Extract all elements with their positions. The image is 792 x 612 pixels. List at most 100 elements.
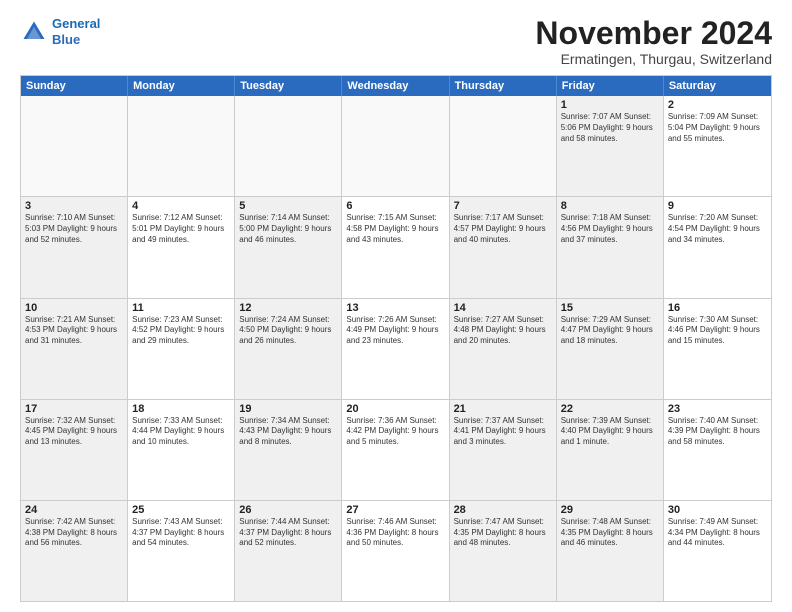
calendar-cell: 12Sunrise: 7:24 AM Sunset: 4:50 PM Dayli… (235, 299, 342, 399)
cell-text: Sunrise: 7:36 AM Sunset: 4:42 PM Dayligh… (346, 416, 444, 448)
cell-text: Sunrise: 7:18 AM Sunset: 4:56 PM Dayligh… (561, 213, 659, 245)
calendar-cell: 15Sunrise: 7:29 AM Sunset: 4:47 PM Dayli… (557, 299, 664, 399)
calendar-cell: 23Sunrise: 7:40 AM Sunset: 4:39 PM Dayli… (664, 400, 771, 500)
cell-text: Sunrise: 7:32 AM Sunset: 4:45 PM Dayligh… (25, 416, 123, 448)
calendar-cell: 9Sunrise: 7:20 AM Sunset: 4:54 PM Daylig… (664, 197, 771, 297)
calendar-cell (342, 96, 449, 196)
calendar-row-1: 1Sunrise: 7:07 AM Sunset: 5:06 PM Daylig… (21, 96, 771, 196)
day-number: 11 (132, 302, 230, 314)
calendar-cell: 28Sunrise: 7:47 AM Sunset: 4:35 PM Dayli… (450, 501, 557, 601)
cell-text: Sunrise: 7:30 AM Sunset: 4:46 PM Dayligh… (668, 315, 767, 347)
day-number: 23 (668, 403, 767, 415)
cell-text: Sunrise: 7:10 AM Sunset: 5:03 PM Dayligh… (25, 213, 123, 245)
calendar-cell: 17Sunrise: 7:32 AM Sunset: 4:45 PM Dayli… (21, 400, 128, 500)
day-number: 21 (454, 403, 552, 415)
calendar-cell: 11Sunrise: 7:23 AM Sunset: 4:52 PM Dayli… (128, 299, 235, 399)
calendar-cell: 24Sunrise: 7:42 AM Sunset: 4:38 PM Dayli… (21, 501, 128, 601)
day-number: 10 (25, 302, 123, 314)
calendar-cell: 8Sunrise: 7:18 AM Sunset: 4:56 PM Daylig… (557, 197, 664, 297)
logo-line1: General (52, 16, 100, 31)
calendar-cell: 29Sunrise: 7:48 AM Sunset: 4:35 PM Dayli… (557, 501, 664, 601)
cell-text: Sunrise: 7:27 AM Sunset: 4:48 PM Dayligh… (454, 315, 552, 347)
header-day-saturday: Saturday (664, 76, 771, 96)
header-day-monday: Monday (128, 76, 235, 96)
day-number: 24 (25, 504, 123, 516)
cell-text: Sunrise: 7:17 AM Sunset: 4:57 PM Dayligh… (454, 213, 552, 245)
subtitle: Ermatingen, Thurgau, Switzerland (535, 51, 772, 67)
cell-text: Sunrise: 7:34 AM Sunset: 4:43 PM Dayligh… (239, 416, 337, 448)
day-number: 8 (561, 200, 659, 212)
calendar-cell: 3Sunrise: 7:10 AM Sunset: 5:03 PM Daylig… (21, 197, 128, 297)
day-number: 4 (132, 200, 230, 212)
calendar-cell: 2Sunrise: 7:09 AM Sunset: 5:04 PM Daylig… (664, 96, 771, 196)
cell-text: Sunrise: 7:23 AM Sunset: 4:52 PM Dayligh… (132, 315, 230, 347)
cell-text: Sunrise: 7:24 AM Sunset: 4:50 PM Dayligh… (239, 315, 337, 347)
cell-text: Sunrise: 7:47 AM Sunset: 4:35 PM Dayligh… (454, 517, 552, 549)
cell-text: Sunrise: 7:44 AM Sunset: 4:37 PM Dayligh… (239, 517, 337, 549)
calendar-cell: 19Sunrise: 7:34 AM Sunset: 4:43 PM Dayli… (235, 400, 342, 500)
day-number: 16 (668, 302, 767, 314)
day-number: 29 (561, 504, 659, 516)
day-number: 2 (668, 99, 767, 111)
cell-text: Sunrise: 7:26 AM Sunset: 4:49 PM Dayligh… (346, 315, 444, 347)
day-number: 17 (25, 403, 123, 415)
day-number: 5 (239, 200, 337, 212)
day-number: 19 (239, 403, 337, 415)
calendar-row-5: 24Sunrise: 7:42 AM Sunset: 4:38 PM Dayli… (21, 500, 771, 601)
header-day-sunday: Sunday (21, 76, 128, 96)
calendar-cell: 1Sunrise: 7:07 AM Sunset: 5:06 PM Daylig… (557, 96, 664, 196)
cell-text: Sunrise: 7:39 AM Sunset: 4:40 PM Dayligh… (561, 416, 659, 448)
day-number: 7 (454, 200, 552, 212)
day-number: 18 (132, 403, 230, 415)
cell-text: Sunrise: 7:20 AM Sunset: 4:54 PM Dayligh… (668, 213, 767, 245)
cell-text: Sunrise: 7:29 AM Sunset: 4:47 PM Dayligh… (561, 315, 659, 347)
day-number: 14 (454, 302, 552, 314)
calendar-cell: 5Sunrise: 7:14 AM Sunset: 5:00 PM Daylig… (235, 197, 342, 297)
calendar-cell: 21Sunrise: 7:37 AM Sunset: 4:41 PM Dayli… (450, 400, 557, 500)
day-number: 12 (239, 302, 337, 314)
day-number: 13 (346, 302, 444, 314)
calendar-body: 1Sunrise: 7:07 AM Sunset: 5:06 PM Daylig… (21, 96, 771, 601)
cell-text: Sunrise: 7:49 AM Sunset: 4:34 PM Dayligh… (668, 517, 767, 549)
title-block: November 2024 Ermatingen, Thurgau, Switz… (535, 16, 772, 67)
header-day-friday: Friday (557, 76, 664, 96)
logo: General Blue (20, 16, 100, 47)
cell-text: Sunrise: 7:43 AM Sunset: 4:37 PM Dayligh… (132, 517, 230, 549)
calendar-cell: 7Sunrise: 7:17 AM Sunset: 4:57 PM Daylig… (450, 197, 557, 297)
calendar-row-3: 10Sunrise: 7:21 AM Sunset: 4:53 PM Dayli… (21, 298, 771, 399)
calendar-cell: 16Sunrise: 7:30 AM Sunset: 4:46 PM Dayli… (664, 299, 771, 399)
cell-text: Sunrise: 7:33 AM Sunset: 4:44 PM Dayligh… (132, 416, 230, 448)
day-number: 30 (668, 504, 767, 516)
calendar: SundayMondayTuesdayWednesdayThursdayFrid… (20, 75, 772, 602)
cell-text: Sunrise: 7:12 AM Sunset: 5:01 PM Dayligh… (132, 213, 230, 245)
calendar-cell: 30Sunrise: 7:49 AM Sunset: 4:34 PM Dayli… (664, 501, 771, 601)
calendar-cell (128, 96, 235, 196)
header-day-wednesday: Wednesday (342, 76, 449, 96)
logo-line2: Blue (52, 32, 80, 47)
calendar-cell: 6Sunrise: 7:15 AM Sunset: 4:58 PM Daylig… (342, 197, 449, 297)
day-number: 28 (454, 504, 552, 516)
cell-text: Sunrise: 7:14 AM Sunset: 5:00 PM Dayligh… (239, 213, 337, 245)
calendar-cell: 18Sunrise: 7:33 AM Sunset: 4:44 PM Dayli… (128, 400, 235, 500)
day-number: 6 (346, 200, 444, 212)
cell-text: Sunrise: 7:09 AM Sunset: 5:04 PM Dayligh… (668, 112, 767, 144)
cell-text: Sunrise: 7:21 AM Sunset: 4:53 PM Dayligh… (25, 315, 123, 347)
calendar-cell: 4Sunrise: 7:12 AM Sunset: 5:01 PM Daylig… (128, 197, 235, 297)
logo-icon (20, 18, 48, 46)
calendar-cell (21, 96, 128, 196)
day-number: 3 (25, 200, 123, 212)
calendar-cell (450, 96, 557, 196)
day-number: 27 (346, 504, 444, 516)
day-number: 20 (346, 403, 444, 415)
calendar-row-2: 3Sunrise: 7:10 AM Sunset: 5:03 PM Daylig… (21, 196, 771, 297)
header-day-tuesday: Tuesday (235, 76, 342, 96)
cell-text: Sunrise: 7:42 AM Sunset: 4:38 PM Dayligh… (25, 517, 123, 549)
page: General Blue November 2024 Ermatingen, T… (0, 0, 792, 612)
cell-text: Sunrise: 7:07 AM Sunset: 5:06 PM Dayligh… (561, 112, 659, 144)
calendar-cell (235, 96, 342, 196)
calendar-cell: 22Sunrise: 7:39 AM Sunset: 4:40 PM Dayli… (557, 400, 664, 500)
calendar-cell: 14Sunrise: 7:27 AM Sunset: 4:48 PM Dayli… (450, 299, 557, 399)
calendar-cell: 26Sunrise: 7:44 AM Sunset: 4:37 PM Dayli… (235, 501, 342, 601)
cell-text: Sunrise: 7:48 AM Sunset: 4:35 PM Dayligh… (561, 517, 659, 549)
cell-text: Sunrise: 7:15 AM Sunset: 4:58 PM Dayligh… (346, 213, 444, 245)
